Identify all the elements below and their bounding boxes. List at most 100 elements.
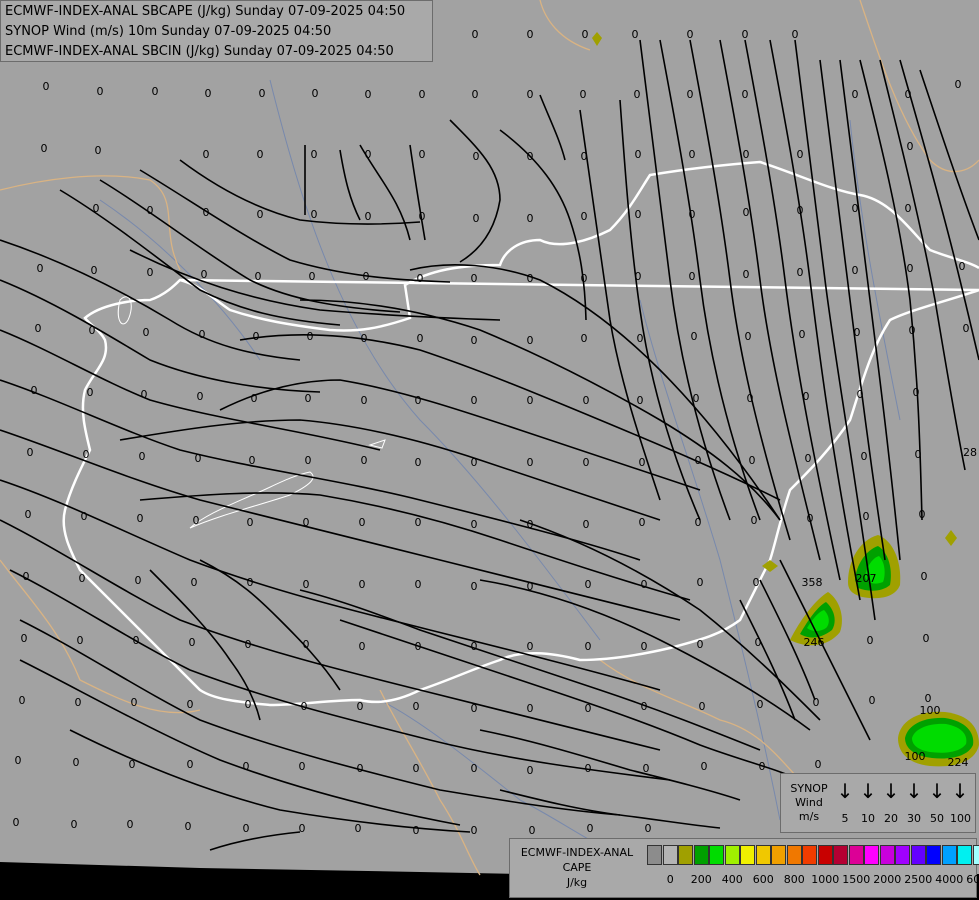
map-value-label: 0 xyxy=(135,574,142,587)
map-value-label: 0 xyxy=(747,392,754,405)
map-value-label: 0 xyxy=(259,87,266,100)
map-value-label: 0 xyxy=(915,448,922,461)
cape-color-swatch xyxy=(972,845,979,865)
map-value-label: 0 xyxy=(693,392,700,405)
map-value-label: 0 xyxy=(419,88,426,101)
map-value-label: 0 xyxy=(415,516,422,529)
map-value-label: 0 xyxy=(697,576,704,589)
map-value-label: 0 xyxy=(913,386,920,399)
cape-tick-label: 600 xyxy=(752,873,774,886)
map-value-label: 0 xyxy=(527,518,534,531)
map-value-label: 0 xyxy=(357,700,364,713)
map-value-label: 0 xyxy=(907,140,914,153)
map-value-label: 0 xyxy=(852,264,859,277)
map-value-label: 0 xyxy=(419,210,426,223)
map-value-label: 0 xyxy=(43,80,50,93)
map-value-label: 0 xyxy=(27,446,34,459)
wind-arrow-icon: ↓ xyxy=(882,779,900,803)
map-value-label: 0 xyxy=(203,148,210,161)
map-value-label: 0 xyxy=(243,822,250,835)
map-value-label: 0 xyxy=(743,268,750,281)
map-value-label: 0 xyxy=(587,822,594,835)
map-value-label: 0 xyxy=(634,88,641,101)
map-value-label: 0 xyxy=(245,698,252,711)
map-value-label: 0 xyxy=(807,512,814,525)
map-value-label: 0 xyxy=(415,640,422,653)
map-value-label: 0 xyxy=(805,452,812,465)
cape-tick-label: 1000 xyxy=(811,873,840,886)
map-value-label: 0 xyxy=(743,206,750,219)
map-value-label: 0 xyxy=(413,824,420,837)
wind-arrow-icon: ↓ xyxy=(905,779,923,803)
map-value-label: 0 xyxy=(247,516,254,529)
map-value-label: 0 xyxy=(581,272,588,285)
map-value-label: 0 xyxy=(305,454,312,467)
map-value-label: 0 xyxy=(303,516,310,529)
map-value-label: 0 xyxy=(689,270,696,283)
map-value-label: 0 xyxy=(471,456,478,469)
cape-color-swatch xyxy=(895,845,910,865)
map-value-label: 207 xyxy=(856,572,877,585)
map-value-label: 0 xyxy=(639,456,646,469)
map-value-label: 0 xyxy=(301,700,308,713)
map-value-label: 0 xyxy=(471,762,478,775)
map-value-label: 0 xyxy=(185,820,192,833)
map-value-label: 0 xyxy=(637,394,644,407)
cape-legend-label: ECMWF-INDEX-ANAL CAPE J/kg xyxy=(512,845,642,890)
map-value-label: 0 xyxy=(585,702,592,715)
map-value-label: 0 xyxy=(813,696,820,709)
wind-arrow-icon: ↓ xyxy=(928,779,946,803)
map-value-label: 0 xyxy=(583,518,590,531)
map-value-label: 0 xyxy=(71,818,78,831)
map-value-label: 0 xyxy=(303,638,310,651)
map-value-label: 28 xyxy=(963,446,977,459)
map-value-label: 0 xyxy=(303,578,310,591)
map-value-label: 0 xyxy=(247,576,254,589)
synop-label-line: Wind xyxy=(795,796,823,809)
map-value-label: 0 xyxy=(645,822,652,835)
cape-color-scale xyxy=(647,845,979,865)
map-value-label: 0 xyxy=(23,570,30,583)
map-value-label: 0 xyxy=(143,326,150,339)
map-value-label: 0 xyxy=(471,824,478,837)
map-value-label: 0 xyxy=(755,636,762,649)
map-value-label: 0 xyxy=(923,632,930,645)
map-value-label: 0 xyxy=(527,640,534,653)
map-value-label: 0 xyxy=(417,332,424,345)
map-value-label: 0 xyxy=(127,818,134,831)
cape-tick-label: 0 xyxy=(666,873,674,886)
cape-tick-label: 800 xyxy=(783,873,805,886)
cape-color-swatch xyxy=(709,845,724,865)
map-value-label: 0 xyxy=(527,334,534,347)
map-value-label: 0 xyxy=(253,330,260,343)
map-value-label: 0 xyxy=(581,150,588,163)
title-line-sbcin: ECMWF-INDEX-ANAL SBCIN (J/kg) Sunday 07-… xyxy=(5,44,394,59)
cape-color-swatch xyxy=(957,845,972,865)
map-value-label: 0 xyxy=(251,392,258,405)
map-value-label: 100 xyxy=(920,704,941,717)
map-value-label: 0 xyxy=(147,266,154,279)
map-value-label: 0 xyxy=(83,448,90,461)
map-value-label: 0 xyxy=(797,204,804,217)
wind-speed-label: 50 xyxy=(930,812,944,825)
map-value-label: 0 xyxy=(471,394,478,407)
map-value-label: 0 xyxy=(87,386,94,399)
map-value-label: 0 xyxy=(257,208,264,221)
map-value-label: 0 xyxy=(205,87,212,100)
map-value-label: 0 xyxy=(471,580,478,593)
map-value-label: 0 xyxy=(131,696,138,709)
map-value-label: 0 xyxy=(641,640,648,653)
map-value-label: 0 xyxy=(701,760,708,773)
wind-arrow-icon: ↓ xyxy=(951,779,969,803)
map-value-label: 0 xyxy=(13,816,20,829)
map-value-label: 0 xyxy=(73,756,80,769)
map-value-label: 0 xyxy=(417,272,424,285)
map-value-label: 0 xyxy=(585,640,592,653)
map-value-label: 0 xyxy=(527,212,534,225)
map-value-label: 0 xyxy=(25,508,32,521)
weather-map: 0 0 0 0 0 0 0 0 0 0 0 0 0 0 0 0 0 0 0 0 0 0 0 0 0 0 0 0 0 0 0 0 0 0 0 0 0 0 0 0… xyxy=(0,0,979,900)
map-value-label: 0 xyxy=(307,330,314,343)
map-value-label: 0 xyxy=(759,760,766,773)
cape-color-swatch xyxy=(693,845,709,865)
map-value-label: 0 xyxy=(89,324,96,337)
